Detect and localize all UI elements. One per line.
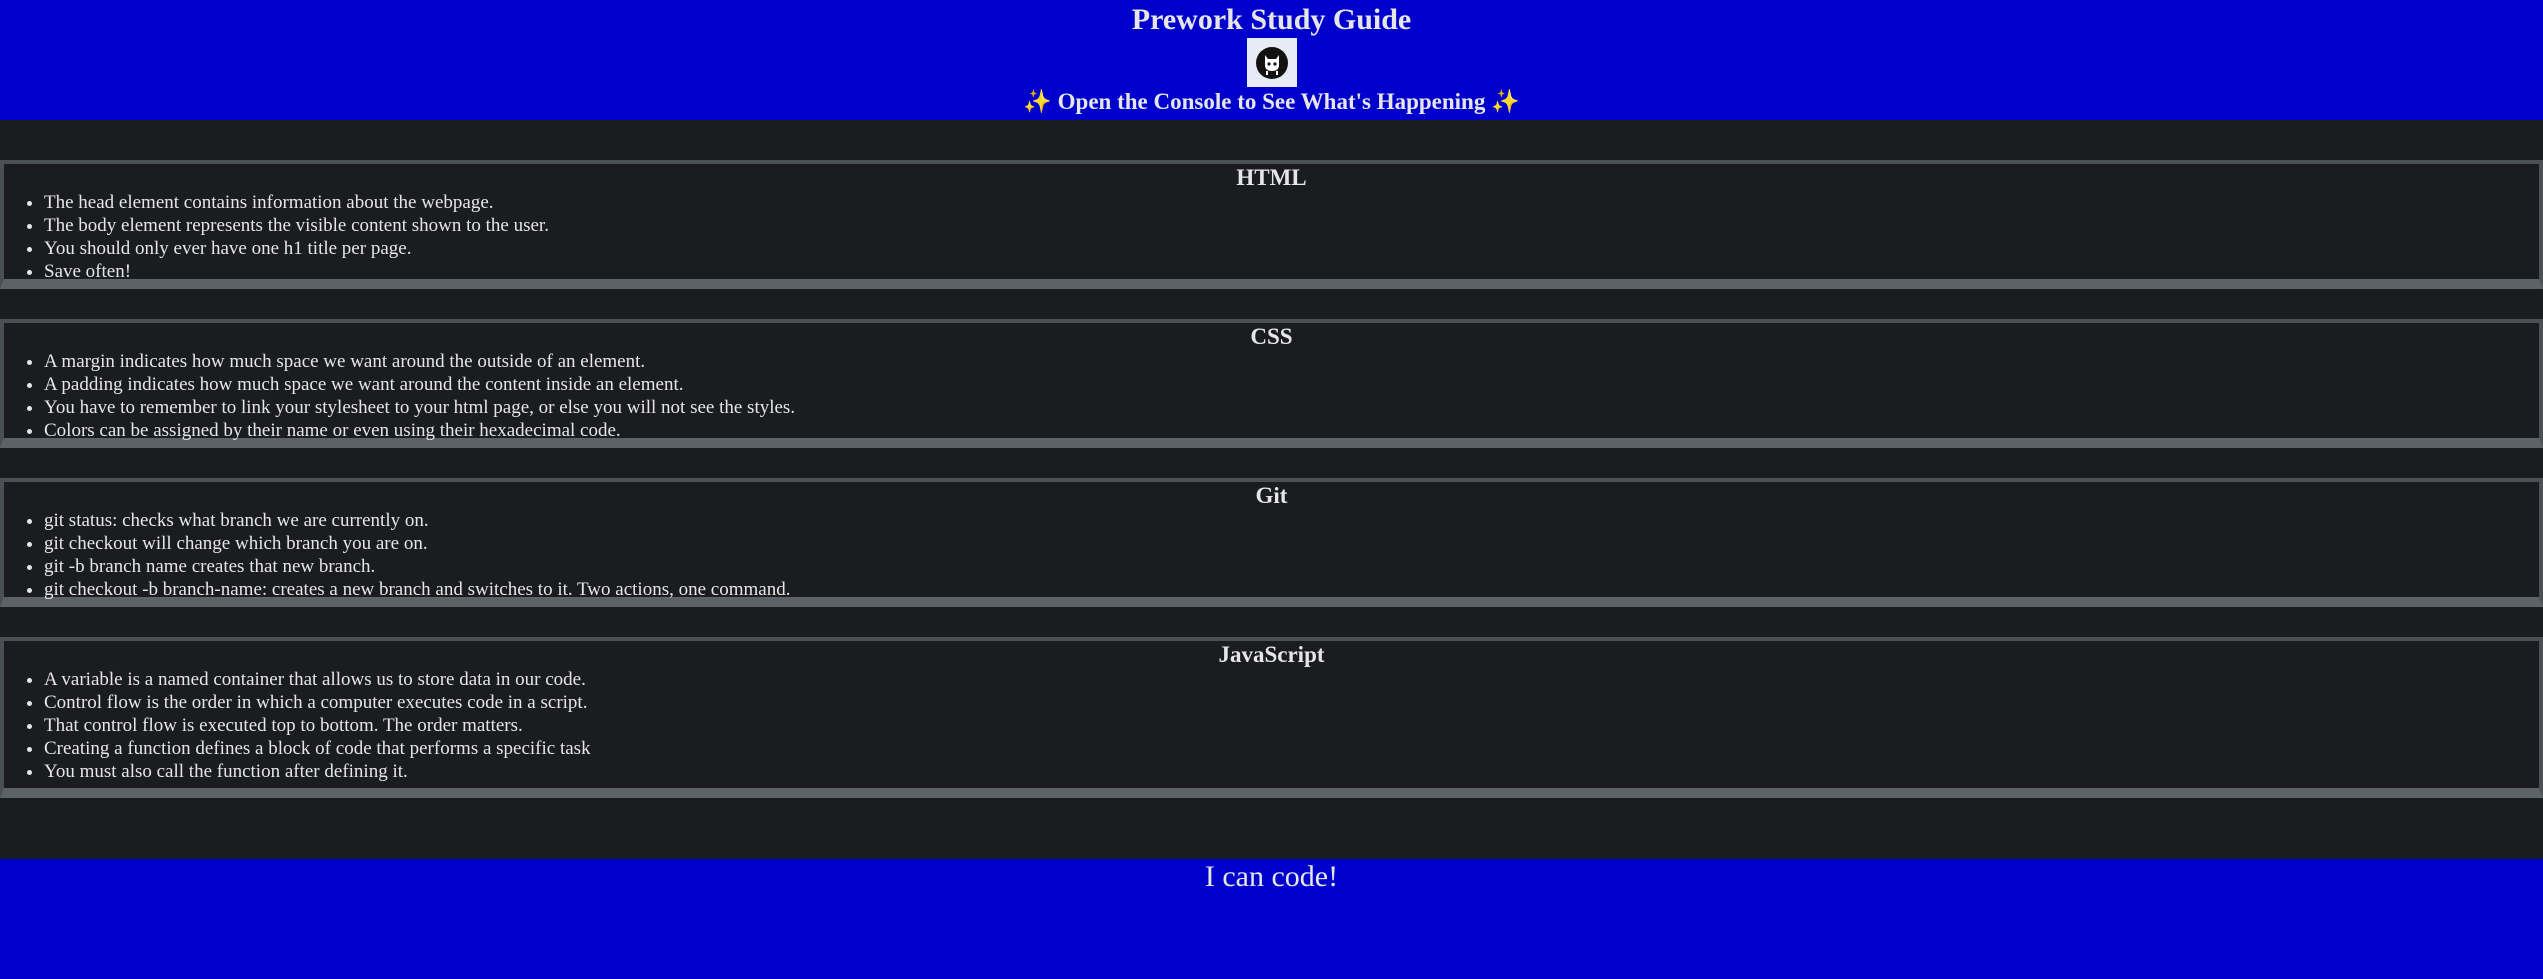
section-html: HTML The head element contains informati…: [0, 160, 2543, 289]
list-item: The head element contains information ab…: [44, 191, 2539, 214]
list-item: You must also call the function after de…: [44, 760, 2539, 783]
page-header: Prework Study Guide ✨ Open the Console t…: [0, 0, 2543, 120]
list-item: Control flow is the order in which a com…: [44, 691, 2539, 714]
list-item: You have to remember to link your styles…: [44, 396, 2539, 419]
notes-list: A margin indicates how much space we wan…: [4, 350, 2539, 442]
notes-list: The head element contains information ab…: [4, 191, 2539, 283]
section-title: CSS: [1250, 324, 1293, 349]
section-git: Git git status: checks what branch we ar…: [0, 478, 2543, 607]
page-title: Prework Study Guide: [1131, 3, 1412, 36]
section-title: Git: [1255, 483, 1288, 508]
section-javascript: JavaScript A variable is a named contain…: [0, 637, 2543, 798]
list-item: git checkout will change which branch yo…: [44, 532, 2539, 555]
list-item: git -b branch name creates that new bran…: [44, 555, 2539, 578]
section-title: HTML: [1236, 165, 1307, 190]
console-hint: ✨ Open the Console to See What's Happeni…: [1023, 89, 1520, 114]
study-guide-main: HTML The head element contains informati…: [0, 120, 2543, 860]
list-item: A padding indicates how much space we wa…: [44, 373, 2539, 396]
footer-text: I can code!: [1204, 860, 1339, 893]
list-item: Colors can be assigned by their name or …: [44, 419, 2539, 442]
list-item: Creating a function defines a block of c…: [44, 737, 2539, 760]
notes-list: A variable is a named container that all…: [4, 668, 2539, 783]
list-item: That control flow is executed top to bot…: [44, 714, 2539, 737]
list-item: The body element represents the visible …: [44, 214, 2539, 237]
list-item: A margin indicates how much space we wan…: [44, 350, 2539, 373]
list-item: git checkout -b branch-name: creates a n…: [44, 578, 2539, 601]
section-css: CSS A margin indicates how much space we…: [0, 319, 2543, 448]
list-item: You should only ever have one h1 title p…: [44, 237, 2539, 260]
notes-list: git status: checks what branch we are cu…: [4, 509, 2539, 601]
list-item: A variable is a named container that all…: [44, 668, 2539, 691]
page-footer: I can code!: [0, 859, 2543, 979]
github-octocat-icon: [1246, 38, 1297, 87]
list-item: git status: checks what branch we are cu…: [44, 509, 2539, 532]
list-item: Save often!: [44, 260, 2539, 283]
section-title: JavaScript: [1218, 642, 1325, 667]
